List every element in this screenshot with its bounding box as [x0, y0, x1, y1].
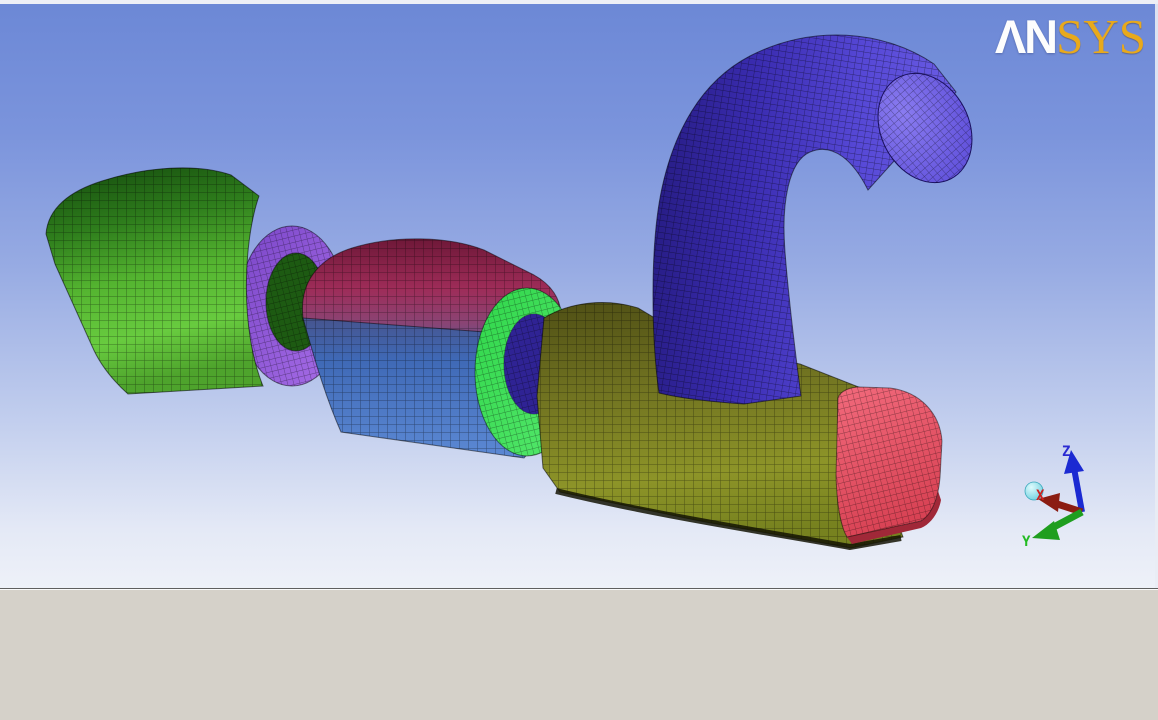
mesh-right-block-cap-red: [836, 387, 942, 544]
mesh-left-block-green: [46, 168, 263, 394]
ansys-logo-an: ΛN: [995, 10, 1056, 63]
y-axis-label: Y: [1022, 534, 1031, 550]
bottom-panel: of elements: 45 -> 0.5, 8 values of elem…: [0, 588, 1158, 720]
application-window: Z X Y ΛNSYS of elements: 45 -> 0.5, 8 va…: [0, 0, 1158, 720]
z-axis-label: Z: [1062, 444, 1070, 460]
ansys-logo-sys: SYS: [1056, 9, 1146, 64]
mesh-scene-canvas[interactable]: Z X Y: [0, 4, 1158, 588]
viewport-3d[interactable]: Z X Y ΛNSYS: [0, 4, 1158, 588]
ansys-logo: ΛNSYS: [995, 12, 1146, 61]
axis-triad: Z X Y: [1022, 444, 1084, 550]
x-axis-label: X: [1036, 488, 1045, 504]
